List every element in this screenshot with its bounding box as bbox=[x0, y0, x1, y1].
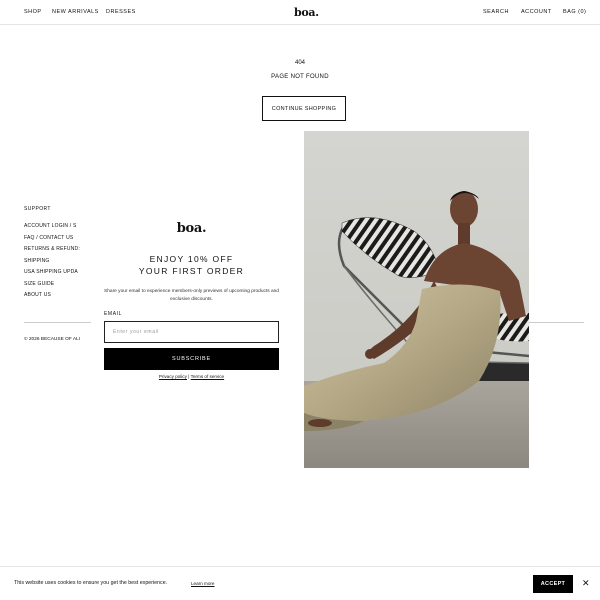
nav-shop[interactable]: SHOP bbox=[24, 9, 42, 15]
footer-link-returns[interactable]: RETURNS & REFUND: bbox=[24, 246, 80, 258]
modal-description: Share your email to experience members-o… bbox=[104, 289, 279, 302]
newsletter-modal: boa. ENJOY 10% OFF YOUR FIRST ORDER Shar… bbox=[91, 131, 529, 468]
footer-link-size-guide[interactable]: SIZE GUIDE bbox=[24, 281, 80, 293]
nav-bag[interactable]: BAG (0) bbox=[563, 9, 586, 15]
modal-headline-line-1: ENJOY 10% OFF bbox=[149, 254, 234, 264]
footer-link-about[interactable]: ABOUT US bbox=[24, 292, 80, 304]
footer-links: ACCOUNT LOGIN / S FAQ / CONTACT US RETUR… bbox=[24, 223, 80, 304]
nav-dresses[interactable]: DRESSES bbox=[106, 9, 136, 15]
error-code: 404 bbox=[294, 60, 305, 66]
model-photo: × bbox=[304, 131, 529, 468]
page: SHOP NEW ARRIVALS DRESSES boa. SEARCH AC… bbox=[0, 0, 600, 600]
footer-link-shipping[interactable]: SHIPPING bbox=[24, 258, 80, 270]
footer-link-account-login[interactable]: ACCOUNT LOGIN / S bbox=[24, 223, 80, 235]
cookie-learn-more-link[interactable]: Learn more bbox=[191, 581, 215, 586]
cookie-close-icon[interactable]: ✕ bbox=[582, 577, 590, 589]
cookie-banner: This website uses cookies to ensure you … bbox=[0, 566, 600, 600]
nav-account[interactable]: ACCOUNT bbox=[521, 9, 552, 15]
footer-link-faq[interactable]: FAQ / CONTACT US bbox=[24, 235, 80, 247]
email-label: EMAIL bbox=[104, 311, 123, 317]
continue-shopping-button[interactable]: CONTINUE SHOPPING bbox=[262, 96, 346, 121]
footer-link-usa-shipping[interactable]: USA SHIPPING UPDA bbox=[24, 269, 80, 281]
cookie-message: This website uses cookies to ensure you … bbox=[14, 580, 168, 586]
modal-logo: boa. bbox=[176, 221, 207, 236]
nav-search[interactable]: SEARCH bbox=[483, 9, 509, 15]
site-header: SHOP NEW ARRIVALS DRESSES boa. SEARCH AC… bbox=[0, 0, 600, 25]
footer-divider-right bbox=[529, 322, 584, 323]
error-message: PAGE NOT FOUND bbox=[271, 74, 329, 80]
model-photo-illustration bbox=[304, 131, 529, 468]
privacy-policy-link[interactable]: Privacy policy bbox=[159, 374, 187, 379]
modal-legal-links: Privacy policy | Terms of service bbox=[91, 374, 292, 379]
terms-of-service-link[interactable]: Terms of service bbox=[191, 374, 224, 379]
email-field[interactable] bbox=[104, 321, 279, 343]
newsletter-form-panel: boa. ENJOY 10% OFF YOUR FIRST ORDER Shar… bbox=[91, 131, 304, 468]
nav-new-arrivals[interactable]: NEW ARRIVALS bbox=[52, 9, 99, 15]
footer-copyright: © 2026 BECAUSE OF ALIC bbox=[24, 337, 80, 342]
subscribe-button[interactable]: SUBSCRIBE bbox=[104, 348, 279, 370]
footer-support-title: SUPPORT bbox=[24, 206, 51, 212]
cookie-accept-button[interactable]: ACCEPT bbox=[533, 575, 573, 593]
modal-headline-line-2: YOUR FIRST ORDER bbox=[138, 266, 245, 276]
site-logo[interactable]: boa. bbox=[294, 6, 319, 19]
modal-headline: ENJOY 10% OFF YOUR FIRST ORDER bbox=[91, 253, 292, 277]
